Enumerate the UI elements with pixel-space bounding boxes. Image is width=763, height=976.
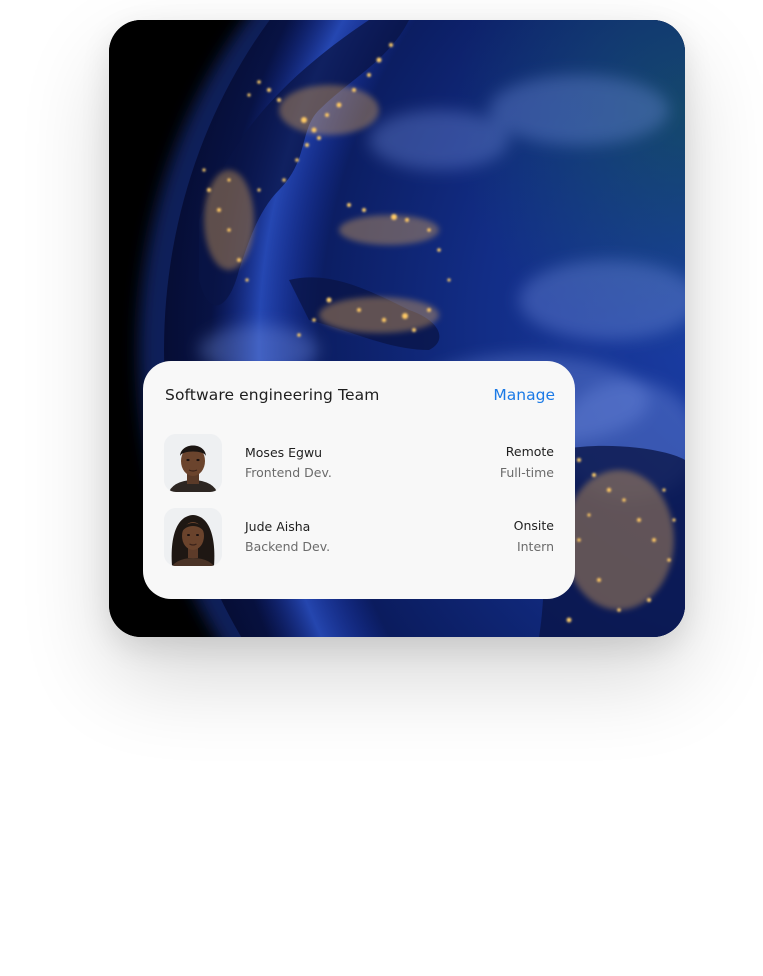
avatar <box>164 434 222 492</box>
member-name: Jude Aisha <box>245 519 311 534</box>
member-name: Moses Egwu <box>245 445 323 460</box>
member-role: Frontend Dev. <box>245 465 332 480</box>
manage-button[interactable]: Manage <box>493 386 555 404</box>
member-row[interactable]: Moses Egwu Frontend Dev. Remote Full-tim… <box>164 434 554 496</box>
team-title: Software engineering Team <box>165 386 380 404</box>
member-location: Onsite <box>513 518 554 533</box>
team-card: Software engineering Team Manage Moses E… <box>143 361 575 599</box>
stage: Software engineering Team Manage Moses E… <box>0 0 763 976</box>
avatar <box>164 508 222 566</box>
member-role: Backend Dev. <box>245 539 331 554</box>
member-location: Remote <box>505 444 554 459</box>
member-employment-type: Full-time <box>499 465 554 480</box>
member-row[interactable]: Jude Aisha Backend Dev. Onsite Intern <box>164 508 554 570</box>
member-employment-type: Intern <box>516 539 554 554</box>
